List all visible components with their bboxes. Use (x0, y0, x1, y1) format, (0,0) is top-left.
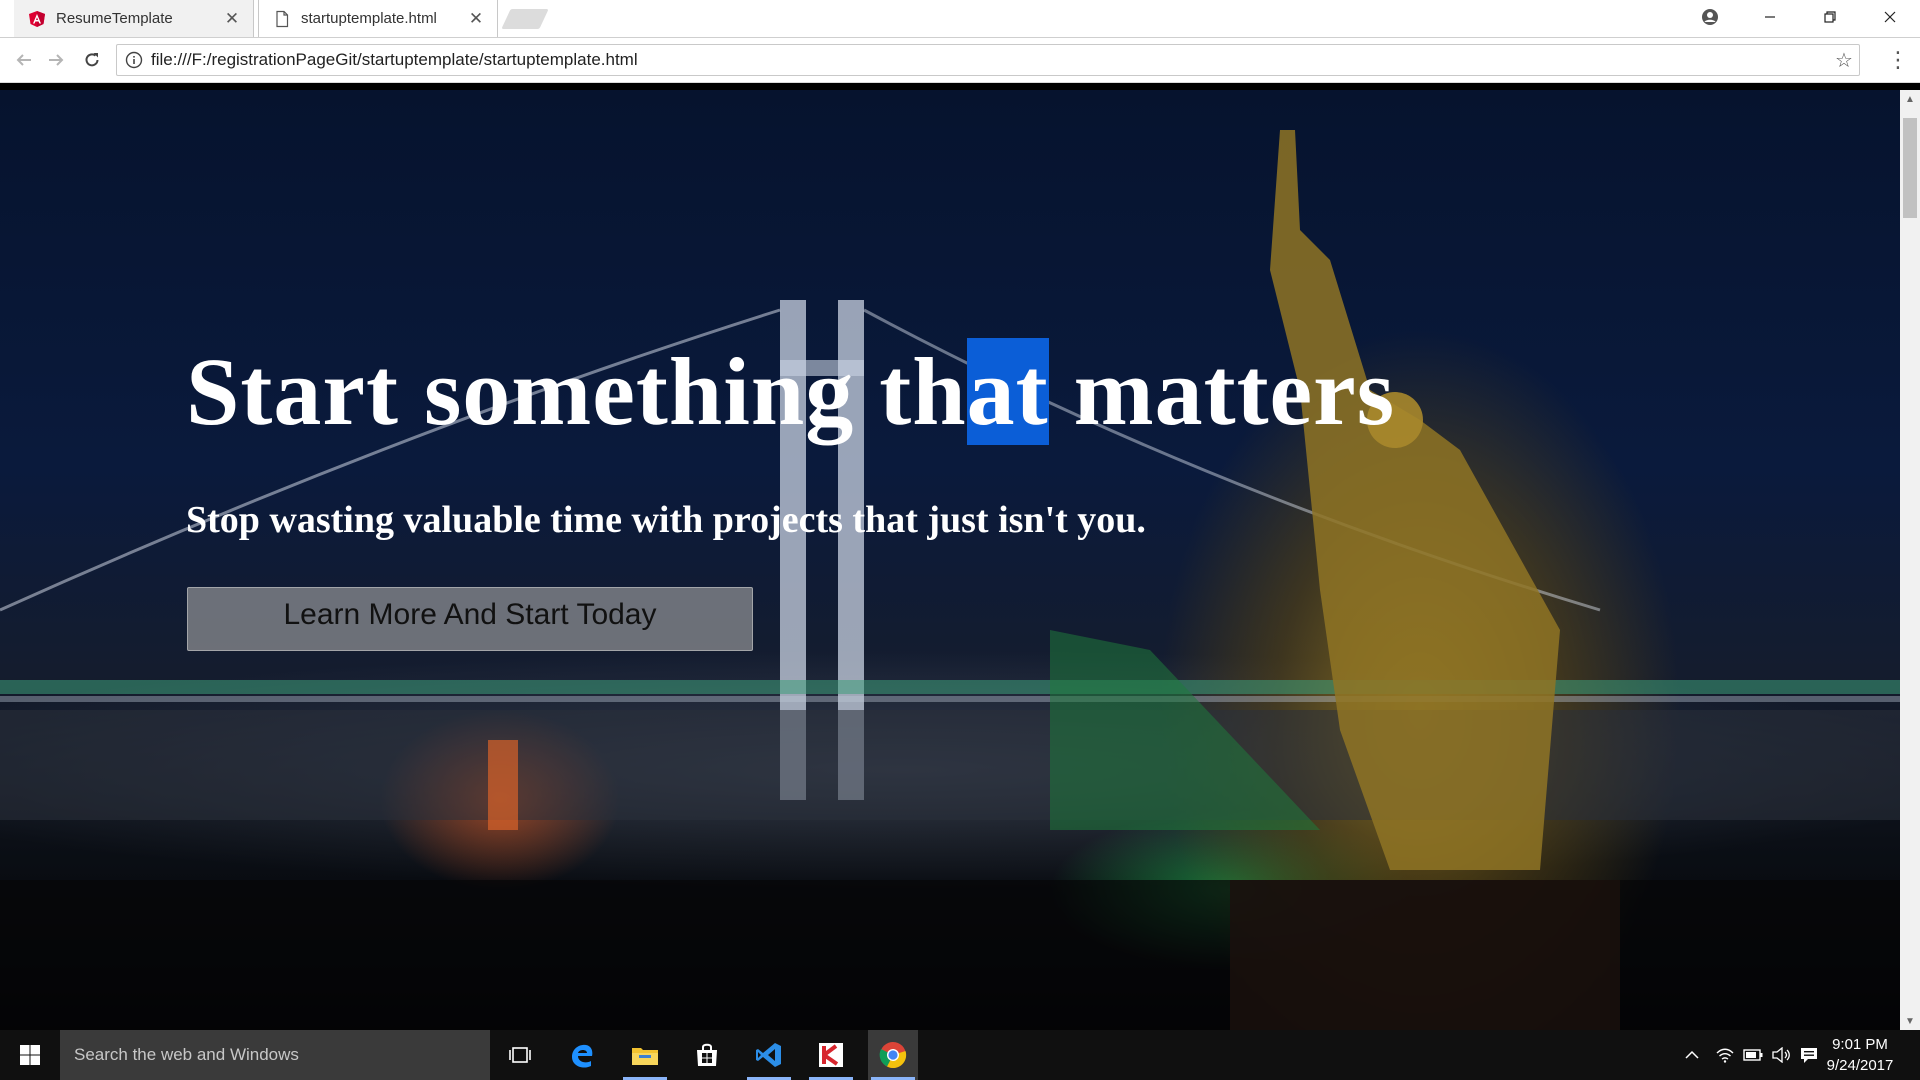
scrollbar-thumb[interactable] (1903, 118, 1917, 218)
address-bar[interactable]: file:///F:/registrationPageGit/startupte… (116, 44, 1860, 76)
scroll-up-arrow-icon[interactable]: ▲ (1900, 90, 1920, 108)
edge-icon[interactable] (557, 1030, 607, 1080)
volume-icon[interactable] (1768, 1030, 1794, 1080)
info-icon (125, 51, 143, 69)
visual-studio-code-icon[interactable] (744, 1030, 794, 1080)
file-explorer-icon[interactable] (620, 1030, 670, 1080)
bookmark-star-icon[interactable]: ☆ (1829, 48, 1859, 73)
learn-more-button[interactable]: Learn More And Start Today (187, 587, 753, 651)
taskbar-search-box[interactable]: Search the web and Windows (60, 1030, 490, 1080)
hero-background-image (0, 130, 1900, 1030)
hero-title: Start something that matters (186, 336, 1395, 447)
forward-button[interactable] (40, 44, 72, 76)
start-button[interactable] (0, 1030, 60, 1080)
tab-startuptemplate[interactable]: startuptemplate.html ✕ (258, 0, 498, 37)
hero-title-part: Start something th (186, 338, 967, 445)
new-tab-button[interactable] (501, 9, 549, 29)
reload-icon (85, 53, 99, 67)
browser-menu-icon[interactable]: ⋮ (1882, 44, 1914, 76)
wifi-icon[interactable] (1712, 1030, 1738, 1080)
url-text: file:///F:/registrationPageGit/startupte… (151, 50, 638, 69)
tab-strip: ResumeTemplate ✕ startuptemplate.html ✕ (0, 0, 1920, 38)
browser-toolbar: file:///F:/registrationPageGit/startupte… (0, 38, 1920, 83)
close-tab-icon[interactable]: ✕ (221, 9, 243, 29)
close-tab-icon[interactable]: ✕ (465, 9, 487, 29)
scroll-down-arrow-icon[interactable]: ▼ (1900, 1012, 1920, 1030)
reload-button[interactable] (76, 44, 108, 76)
battery-icon[interactable] (1740, 1030, 1766, 1080)
page-viewport: Start something that matters Stop wastin… (0, 90, 1900, 1030)
task-view-icon[interactable] (495, 1030, 545, 1080)
windows-logo-icon (20, 1045, 40, 1065)
store-icon[interactable] (682, 1030, 732, 1080)
clock-time: 9:01 PM (1832, 1036, 1888, 1053)
back-button[interactable] (8, 44, 40, 76)
show-hidden-icons-chevron-icon[interactable] (1680, 1030, 1704, 1080)
tab-title: ResumeTemplate (56, 10, 173, 27)
selected-text-highlight: at (966, 338, 1049, 445)
close-window-button[interactable] (1860, 0, 1920, 34)
action-center-icon[interactable] (1796, 1030, 1822, 1080)
tab-resume-template[interactable]: ResumeTemplate ✕ (14, 0, 254, 37)
back-arrow-icon (16, 54, 31, 66)
kaspersky-icon[interactable] (806, 1030, 856, 1080)
restore-button[interactable] (1800, 0, 1860, 34)
chrome-icon[interactable] (868, 1030, 918, 1080)
hero-subtitle: Stop wasting valuable time with projects… (186, 499, 1146, 541)
file-icon (276, 10, 289, 27)
search-placeholder: Search the web and Windows (74, 1045, 299, 1064)
profile-icon[interactable] (1680, 0, 1740, 34)
clock-date: 9/24/2017 (1826, 1057, 1894, 1074)
angular-icon (29, 10, 45, 27)
minimize-button[interactable] (1740, 0, 1800, 34)
tab-title: startuptemplate.html (301, 10, 437, 27)
vertical-scrollbar[interactable]: ▲ ▼ (1900, 90, 1920, 1030)
taskbar-clock[interactable]: 9:01 PM 9/24/2017 (1820, 1034, 1900, 1076)
forward-arrow-icon (49, 54, 64, 66)
hero-title-part: matters (1048, 338, 1396, 445)
windows-taskbar: Search the web and Windows 9:01 PM 9/24/… (0, 1030, 1920, 1080)
